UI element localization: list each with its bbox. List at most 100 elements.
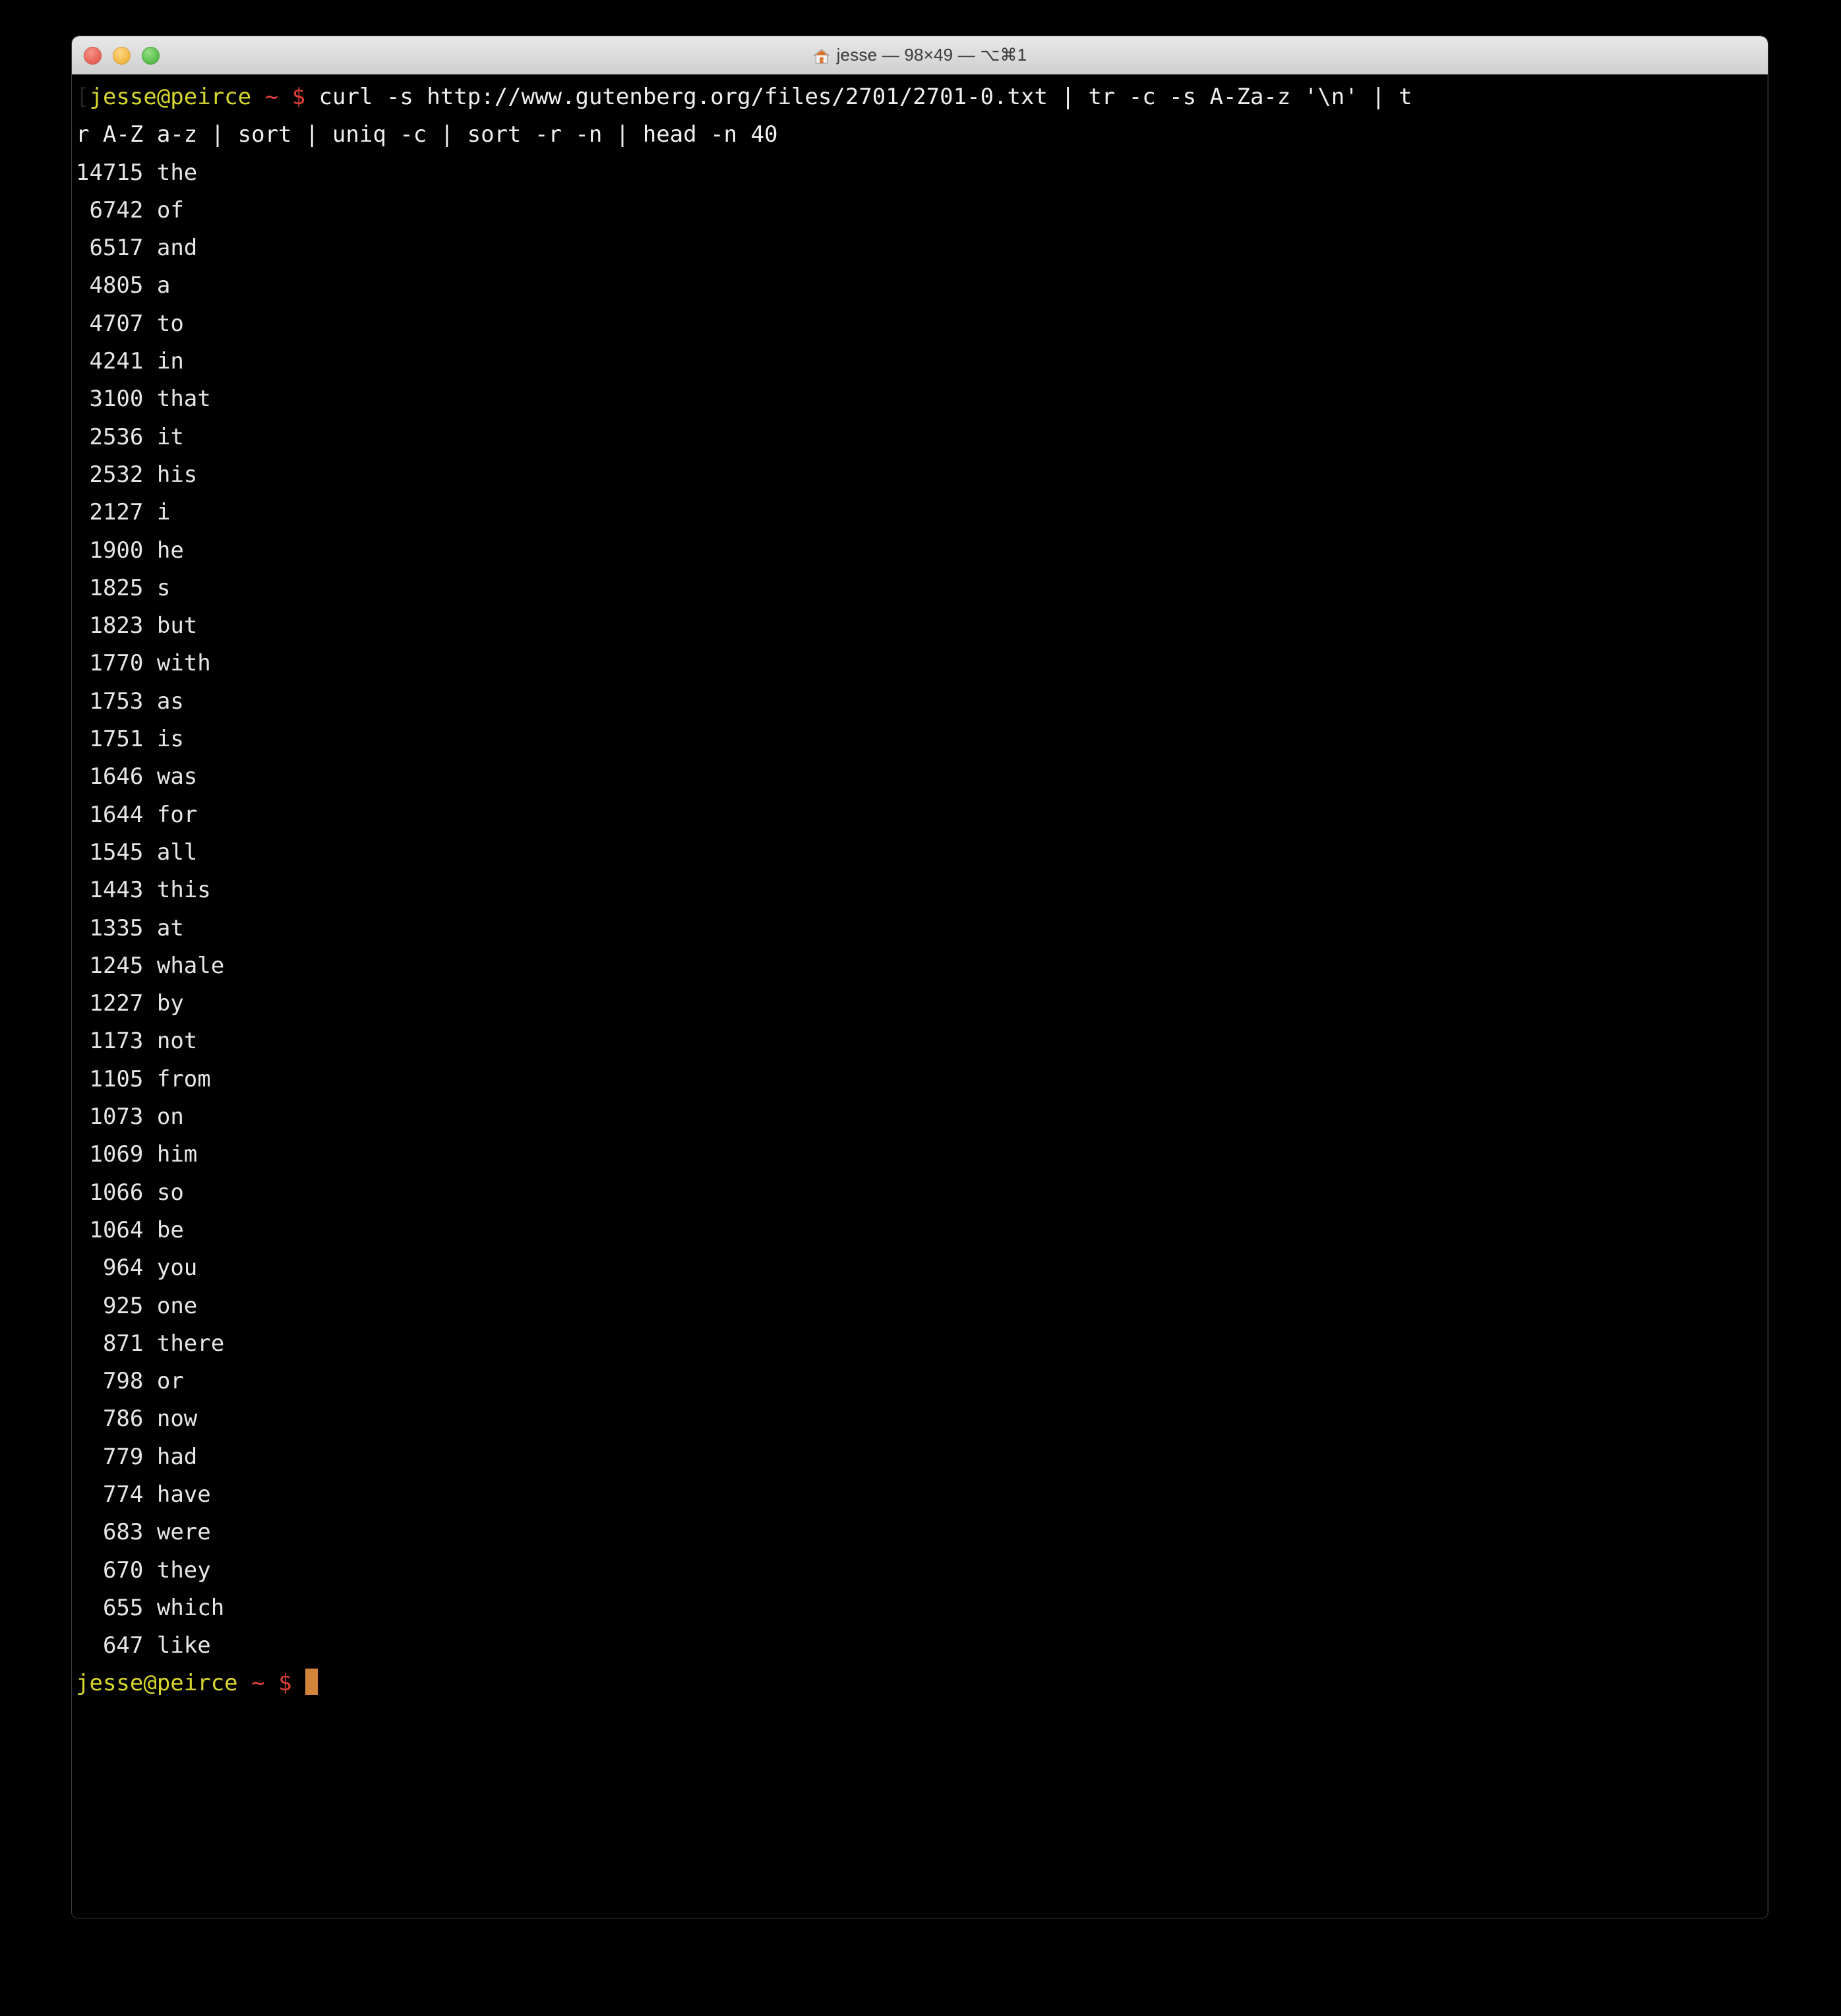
prompt-sigil: $ [278,1670,292,1697]
output-count: 1770 [76,650,144,677]
output-count: 1066 [76,1179,144,1206]
output-row: 6517 and [72,229,1768,267]
output-row: 683 were [72,1514,1768,1551]
output-row: 1064 be [72,1212,1768,1249]
output-count: 925 [76,1292,144,1319]
output-word: on [156,1104,184,1131]
window-titlebar[interactable]: jesse — 98×49 — ⌥⌘1 [72,36,1768,74]
output-count: 774 [76,1481,144,1508]
output-count: 871 [76,1330,144,1357]
command-line-wrapped-2: r A-Z a-z | sort | uniq -c | sort -r -n … [72,116,1768,154]
prompt-cwd: ~ [251,1670,265,1697]
output-word: like [156,1632,211,1659]
output-count: 1646 [76,763,144,790]
output-count: 3100 [76,386,144,413]
output-word: in [156,348,184,375]
trailing-prompt-line: jesse@peirce ~ $ [72,1665,1768,1702]
output-word: whale [156,952,225,979]
output-row: 2536 it [72,419,1768,456]
output-count: 1823 [76,612,144,639]
output-separator [143,1217,156,1243]
output-row: 1823 but [72,607,1768,645]
output-row: 1646 was [72,758,1768,796]
command-text-part-1: curl -s http://www.gutenberg.org/files/2… [318,84,1412,110]
output-word: by [156,990,184,1017]
output-row: 4241 in [72,343,1768,380]
output-word: was [156,763,198,790]
output-word: which [156,1594,225,1621]
output-separator [143,160,156,186]
text-cursor[interactable] [305,1669,318,1696]
terminal-window[interactable]: jesse — 98×49 — ⌥⌘1 [ jesse@peirce ~ $ cu… [71,36,1768,1918]
output-word: it [156,423,184,450]
output-separator [143,1028,156,1054]
prompt-leading-bracket: [ [76,84,90,110]
output-separator [143,990,156,1017]
prompt-space-3 [305,84,318,110]
output-separator [143,915,156,941]
output-separator [143,424,156,450]
output-separator [143,1406,156,1432]
output-row: 1753 as [72,683,1768,721]
terminal-screen[interactable]: [ jesse@peirce ~ $ curl -s http://www.gut… [72,74,1768,1918]
output-count: 786 [76,1406,144,1433]
prompt-space-2 [278,84,291,110]
output-separator [143,650,156,676]
output-row: 1069 him [72,1136,1768,1173]
output-separator [143,537,156,564]
output-row: 4707 to [72,305,1768,343]
output-separator [143,1557,156,1584]
output-separator [143,197,156,223]
zoom-button[interactable] [142,46,160,65]
window-title-group: jesse — 98×49 — ⌥⌘1 [813,45,1027,65]
output-count: 1644 [76,801,144,828]
command-line-wrapped-1: [jesse@peirce ~ $ curl -s http://www.gut… [72,78,1768,116]
output-count: 779 [76,1443,144,1470]
minimize-button[interactable] [113,46,131,65]
output-word: not [156,1028,198,1055]
window-title-text: jesse — 98×49 — ⌥⌘1 [836,45,1027,65]
output-separator [143,1104,156,1130]
output-word: as [156,688,184,715]
prompt-space-3 [292,1670,305,1696]
output-count: 1753 [76,688,144,715]
output-count: 655 [76,1594,144,1621]
output-separator [143,1293,156,1319]
output-row: 1335 at [72,910,1768,947]
output-row: 871 there [72,1325,1768,1363]
output-row: 779 had [72,1438,1768,1476]
home-icon [813,48,830,65]
output-word: this [156,877,211,904]
output-count: 2532 [76,461,144,488]
output-row: 14715 the [72,154,1768,192]
output-word: or [156,1368,184,1395]
close-button[interactable] [84,46,102,65]
output-row: 964 you [72,1249,1768,1287]
output-row: 1900 he [72,532,1768,570]
output-count: 14715 [76,159,144,186]
output-word: s [156,574,171,601]
output-separator [143,311,156,337]
output-separator [143,726,156,752]
output-word: the [156,159,198,186]
output-word: but [156,612,198,639]
output-word: you [156,1255,198,1282]
output-separator [143,1330,156,1357]
output-separator [143,953,156,979]
output-count: 6742 [76,196,144,223]
output-count: 1545 [76,839,144,866]
output-separator [143,1519,156,1545]
output-row: 1105 from [72,1061,1768,1098]
output-row: 655 which [72,1589,1768,1627]
output-word: there [156,1330,225,1357]
output-separator [143,386,156,412]
output-count: 4805 [76,272,144,299]
output-count: 1751 [76,726,144,753]
output-word: is [156,726,184,753]
output-separator [143,1066,156,1092]
output-count: 1443 [76,877,144,904]
output-row: 2532 his [72,456,1768,494]
output-row: 774 have [72,1476,1768,1514]
command-text-part-2: r A-Z a-z | sort | uniq -c | sort -r -n … [76,121,778,148]
window-controls [84,36,160,74]
